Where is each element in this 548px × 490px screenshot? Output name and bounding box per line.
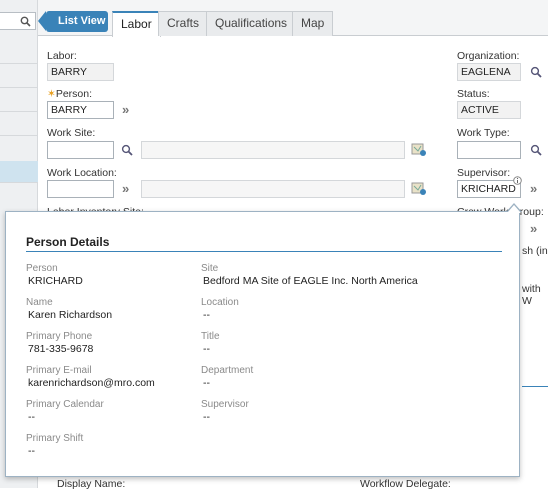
site-detail-label: Site — [201, 263, 219, 274]
list-view-button[interactable]: List View — [38, 11, 108, 32]
supervisor-label: Supervisor: — [457, 167, 511, 179]
organization-label: Organization: — [457, 50, 520, 62]
search-icon[interactable] — [121, 144, 133, 159]
site-detail-value: Bedford MA Site of EAGLE Inc. North Amer… — [203, 275, 418, 287]
person-label: ✶Person: — [47, 88, 92, 100]
person-details-popup: Person Details Person KRICHARD Site Bedf… — [5, 211, 520, 477]
name-detail-value: Karen Richardson — [28, 309, 113, 321]
detail-menu-icon[interactable]: » — [122, 181, 129, 196]
work-location-label: Work Location: — [47, 167, 117, 179]
work-location-field[interactable] — [47, 180, 114, 198]
tab-map[interactable]: Map — [292, 11, 334, 36]
supervisor-detail-label: Supervisor — [201, 399, 249, 410]
search-icon[interactable] — [530, 66, 542, 81]
location-detail-value: -- — [203, 309, 210, 321]
list-item[interactable] — [0, 64, 38, 88]
popup-title: Person Details — [26, 235, 110, 249]
title-detail-label: Title — [201, 331, 220, 342]
supervisor-detail-value: -- — [203, 411, 210, 423]
left-search-input[interactable] — [0, 12, 36, 30]
search-icon[interactable] — [530, 144, 542, 159]
list-item[interactable] — [0, 40, 38, 64]
person-detail-value: KRICHARD — [28, 275, 83, 287]
location-detail-label: Location — [201, 297, 239, 308]
title-detail-value: -- — [203, 343, 210, 355]
work-site-description — [141, 141, 405, 159]
list-item[interactable] — [0, 88, 38, 112]
calendar-detail-label: Primary Calendar — [26, 399, 104, 410]
partial-text: sh (in — [522, 245, 548, 257]
person-detail-label: Person — [26, 263, 58, 274]
department-detail-value: -- — [203, 377, 210, 389]
person-field[interactable]: BARRY — [47, 101, 114, 119]
divider — [522, 386, 548, 387]
popup-pointer-fill — [507, 205, 521, 213]
tab-crafts[interactable]: Crafts — [158, 11, 209, 36]
display-name-label: Display Name: — [57, 478, 126, 490]
organization-field: EAGLENA — [457, 63, 521, 81]
search-icon[interactable] — [20, 16, 31, 30]
email-detail-value: karenrichardson@mro.com — [28, 377, 155, 389]
shift-detail-value: -- — [28, 445, 35, 457]
popup-divider — [26, 251, 502, 252]
map-icon[interactable] — [411, 181, 427, 199]
work-type-field[interactable] — [457, 141, 521, 159]
shift-detail-label: Primary Shift — [26, 433, 84, 444]
calendar-detail-value: -- — [28, 411, 35, 423]
map-icon[interactable] — [411, 142, 427, 160]
department-detail-label: Department — [201, 365, 254, 376]
list-item-selected[interactable] — [0, 161, 38, 183]
work-location-description — [141, 180, 405, 198]
phone-detail-value: 781-335-9678 — [28, 343, 94, 355]
work-site-field[interactable] — [47, 141, 114, 159]
phone-detail-label: Primary Phone — [26, 331, 93, 342]
detail-menu-icon[interactable]: » — [530, 181, 537, 196]
tab-qualifications[interactable]: Qualifications — [206, 11, 297, 36]
status-field: ACTIVE — [457, 101, 521, 119]
supervisor-field[interactable]: KRICHARD — [457, 180, 521, 198]
tab-labor[interactable]: Labor — [112, 11, 161, 37]
labor-label: Labor: — [47, 50, 77, 62]
partial-text: with W — [522, 283, 541, 307]
work-type-label: Work Type: — [457, 127, 510, 139]
detail-menu-icon[interactable]: » — [530, 221, 537, 236]
labor-field: BARRY — [47, 63, 114, 81]
name-detail-label: Name — [26, 297, 53, 308]
list-item[interactable] — [0, 112, 38, 136]
work-site-label: Work Site: — [47, 127, 96, 139]
email-detail-label: Primary E-mail — [26, 365, 92, 376]
required-icon: ✶ — [47, 88, 56, 100]
workflow-delegate-label: Workflow Delegate: — [360, 478, 451, 490]
detail-menu-icon[interactable]: » — [122, 102, 129, 117]
info-icon[interactable] — [513, 176, 522, 188]
status-label: Status: — [457, 88, 490, 100]
